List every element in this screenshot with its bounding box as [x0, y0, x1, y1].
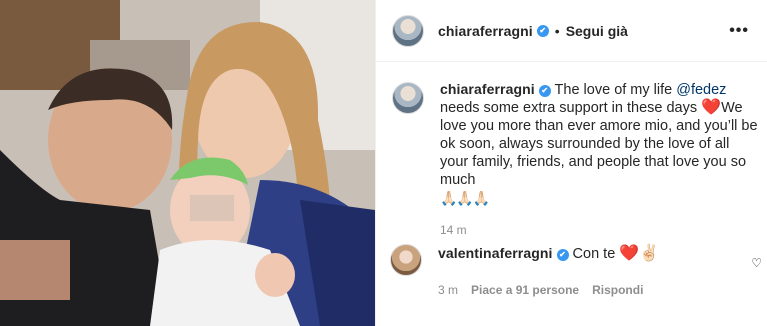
commenter-avatar[interactable]	[390, 244, 422, 276]
heart-emoji: ❤️	[701, 99, 722, 116]
like-comment-icon[interactable]: ♡	[751, 256, 762, 270]
caption-avatar[interactable]	[392, 82, 424, 114]
verified-badge-icon: ✔	[556, 249, 569, 261]
comment-body: valentinaferragni ✔ Con te ❤️✌🏻 3 m Piace…	[438, 244, 659, 299]
reply-button[interactable]: Rispondi	[592, 281, 643, 299]
mention-link[interactable]: @fedez	[676, 82, 726, 98]
caption-timestamp[interactable]: 14 m	[440, 221, 760, 239]
caption-body: chiaraferragni ✔ The love of my life @fed…	[440, 80, 760, 239]
photo-illustration	[0, 0, 375, 326]
author-avatar[interactable]	[392, 14, 424, 47]
caption-text-2: needs some extra support in these days	[440, 100, 702, 116]
verified-badge-icon: ✔	[536, 24, 549, 37]
comment-likes-link[interactable]: Piace a 91 persone	[471, 281, 579, 299]
comment-text: Con te	[568, 246, 620, 262]
post-photo	[0, 0, 375, 326]
post-caption: chiaraferragni ✔ The love of my life @fed…	[390, 80, 760, 239]
post-header: chiaraferragni ✔ • Segui già •••	[376, 0, 767, 62]
comment-meta: 3 m Piace a 91 persone Rispondi	[438, 281, 659, 299]
comment-timestamp[interactable]: 3 m	[438, 281, 458, 299]
caption-username[interactable]: chiaraferragni	[440, 81, 535, 97]
author-username[interactable]: chiaraferragni	[438, 23, 533, 39]
comment-item: valentinaferragni ✔ Con te ❤️✌🏻 3 m Piace…	[390, 244, 762, 299]
commenter-username[interactable]: valentinaferragni	[438, 245, 553, 261]
more-options-icon[interactable]: •••	[729, 22, 749, 40]
caption-text-1: The love of my life	[550, 82, 677, 98]
header-separator: •	[554, 22, 560, 39]
praying-hands-emoji: 🙏🏻🙏🏻🙏🏻	[440, 190, 490, 206]
comment-emoji: ❤️✌🏻	[619, 245, 660, 262]
following-button[interactable]: Segui già	[566, 23, 628, 39]
verified-badge-icon: ✔	[538, 85, 551, 97]
post-detail-panel: chiaraferragni ✔ • Segui già ••• chiaraf…	[375, 0, 767, 326]
